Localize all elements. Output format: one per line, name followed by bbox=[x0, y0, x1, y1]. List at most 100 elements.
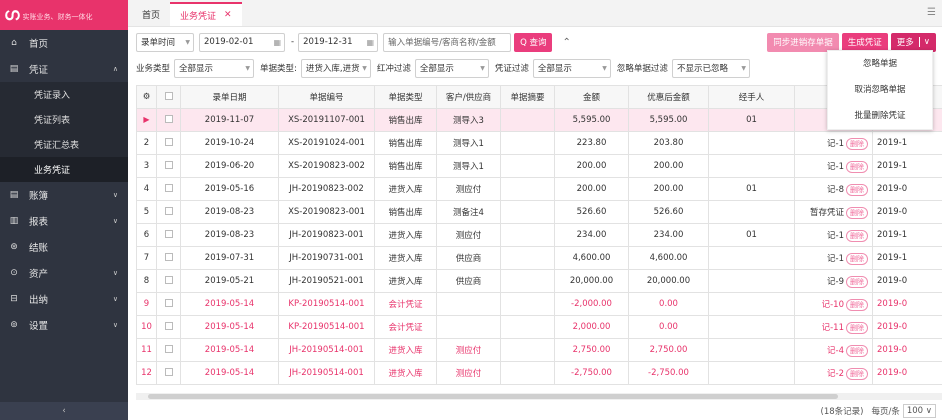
delete-voucher-button[interactable]: 删除 bbox=[846, 183, 868, 196]
horizontal-scrollbar[interactable] bbox=[136, 393, 942, 400]
sidebar-item-assets[interactable]: ⊙ 资产 ∨ bbox=[0, 260, 128, 286]
voucher-no[interactable]: 记-1 bbox=[827, 162, 844, 172]
select-all-checkbox[interactable] bbox=[156, 85, 181, 109]
table-row[interactable]: 2 2019-10-24 XS-20191024-001 销售出库 测导入1 2… bbox=[136, 131, 942, 155]
delete-voucher-button[interactable]: 删除 bbox=[846, 367, 868, 380]
ignore-filter-select[interactable]: 不显示已忽略 ▼ bbox=[671, 58, 750, 78]
row-checkbox-cell[interactable] bbox=[156, 223, 181, 247]
search-button[interactable]: Q 查询 bbox=[514, 32, 553, 52]
menu-item-ignore[interactable]: 忽略单据 bbox=[828, 51, 932, 77]
delete-voucher-button[interactable]: 删除 bbox=[846, 206, 868, 219]
voucher-no[interactable]: 记-1 bbox=[827, 139, 844, 149]
row-checkbox-cell[interactable] bbox=[156, 154, 181, 178]
settings-icon[interactable]: ⚙ bbox=[136, 85, 157, 109]
checkbox[interactable] bbox=[164, 114, 173, 123]
table-row[interactable]: 10 2019-05-14 KP-20190514-001 会计凭证 2,000… bbox=[136, 315, 942, 339]
redflush-select[interactable]: 全部显示 ▼ bbox=[414, 58, 489, 78]
cell-doc-no[interactable]: JH-20190731-001 bbox=[278, 246, 375, 270]
cell-doc-no[interactable]: JH-20190823-002 bbox=[278, 177, 375, 201]
delete-voucher-button[interactable]: 删除 bbox=[846, 344, 868, 357]
biz-type-select[interactable]: 全部显示 ▼ bbox=[174, 58, 255, 78]
delete-voucher-button[interactable]: 删除 bbox=[846, 275, 868, 288]
menu-item-unignore[interactable]: 取消忽略单据 bbox=[828, 77, 932, 103]
row-checkbox-cell[interactable] bbox=[156, 269, 181, 293]
checkbox[interactable] bbox=[164, 344, 173, 353]
delete-voucher-button[interactable]: 删除 bbox=[846, 321, 868, 334]
row-checkbox-cell[interactable] bbox=[156, 361, 181, 385]
checkbox[interactable] bbox=[164, 275, 173, 284]
sidebar-subitem-voucher-list[interactable]: 凭证列表 bbox=[0, 107, 128, 132]
checkbox[interactable] bbox=[164, 252, 173, 261]
cell-doc-no[interactable]: JH-20190514-001 bbox=[278, 338, 375, 362]
voucher-no[interactable]: 记-10 bbox=[822, 300, 844, 310]
date-from-input[interactable]: 2019-02-01 ▦ bbox=[199, 32, 285, 52]
delete-voucher-button[interactable]: 删除 bbox=[846, 160, 868, 173]
row-checkbox-cell[interactable] bbox=[156, 338, 181, 362]
checkbox[interactable] bbox=[164, 160, 173, 169]
sidebar-item-report[interactable]: ▥ 报表 ∨ bbox=[0, 208, 128, 234]
menu-item-batch-delete[interactable]: 批量删除凭证 bbox=[828, 103, 932, 129]
cell-doc-no[interactable]: XS-20191107-001 bbox=[278, 108, 375, 132]
row-checkbox-cell[interactable] bbox=[156, 200, 181, 224]
voucher-no[interactable]: 记-1 bbox=[827, 254, 844, 264]
table-row[interactable]: 3 2019-06-20 XS-20190823-002 销售出库 测导入1 2… bbox=[136, 154, 942, 178]
sidebar-item-cashier[interactable]: ⊟ 出纳 ∨ bbox=[0, 286, 128, 312]
table-row[interactable]: 5 2019-08-23 XS-20190823-001 销售出库 测备注4 5… bbox=[136, 200, 942, 224]
voucher-no[interactable]: 记-4 bbox=[827, 346, 844, 356]
voucher-no[interactable]: 记-11 bbox=[822, 323, 844, 333]
sidebar-subitem-voucher-summary[interactable]: 凭证汇总表 bbox=[0, 132, 128, 157]
sidebar-subitem-voucher-entry[interactable]: 凭证录入 bbox=[0, 82, 128, 107]
date-to-input[interactable]: 2019-12-31 ▦ bbox=[298, 32, 379, 52]
row-checkbox-cell[interactable] bbox=[156, 292, 181, 316]
cell-doc-no[interactable]: JH-20190823-001 bbox=[278, 223, 375, 247]
checkbox[interactable] bbox=[164, 137, 173, 146]
sidebar-subitem-business-voucher[interactable]: 业务凭证 bbox=[0, 157, 128, 182]
collapse-filter-icon[interactable]: ⌃ bbox=[562, 37, 570, 48]
checkbox[interactable] bbox=[164, 91, 173, 100]
per-page-select[interactable]: 100 ∨ bbox=[902, 403, 936, 418]
cell-doc-no[interactable]: KP-20190514-001 bbox=[278, 315, 375, 339]
delete-voucher-button[interactable]: 删除 bbox=[846, 229, 868, 242]
checkbox[interactable] bbox=[164, 321, 173, 330]
table-row[interactable]: 11 2019-05-14 JH-20190514-001 进货入库 测应付 2… bbox=[136, 338, 942, 362]
row-checkbox-cell[interactable] bbox=[156, 246, 181, 270]
sidebar-item-closing[interactable]: ⊛ 结账 bbox=[0, 234, 128, 260]
table-row[interactable]: 7 2019-07-31 JH-20190731-001 进货入库 供应商 4,… bbox=[136, 246, 942, 270]
sidebar-collapse-button[interactable]: ‹ bbox=[0, 402, 128, 420]
sidebar-item-home[interactable]: ⌂ 首页 bbox=[0, 30, 128, 56]
row-checkbox-cell[interactable] bbox=[156, 108, 181, 132]
voucher-filter-select[interactable]: 全部显示 ▼ bbox=[532, 58, 611, 78]
checkbox[interactable] bbox=[164, 229, 173, 238]
more-button[interactable]: 更多 ∨ bbox=[890, 32, 936, 52]
sync-documents-button[interactable]: 同步进销存单据 bbox=[767, 32, 839, 52]
delete-voucher-button[interactable]: 删除 bbox=[846, 252, 868, 265]
table-row[interactable]: 4 2019-05-16 JH-20190823-002 进货入库 测应付 20… bbox=[136, 177, 942, 201]
table-row[interactable]: 9 2019-05-14 KP-20190514-001 会计凭证 -2,000… bbox=[136, 292, 942, 316]
cell-doc-no[interactable]: KP-20190514-001 bbox=[278, 292, 375, 316]
tab-home[interactable]: 首页 bbox=[132, 2, 170, 26]
row-checkbox-cell[interactable] bbox=[156, 315, 181, 339]
doc-type-select[interactable]: 进货入库,进货 ▼ bbox=[300, 58, 371, 78]
voucher-no[interactable]: 记-9 bbox=[827, 277, 844, 287]
cell-doc-no[interactable]: XS-20190823-002 bbox=[278, 154, 375, 178]
cell-doc-no[interactable]: XS-20190823-001 bbox=[278, 200, 375, 224]
cell-doc-no[interactable]: JH-20190521-001 bbox=[278, 269, 375, 293]
voucher-no[interactable]: 暂存凭证 bbox=[810, 208, 844, 218]
checkbox[interactable] bbox=[164, 298, 173, 307]
checkbox[interactable] bbox=[164, 183, 173, 192]
delete-voucher-button[interactable]: 删除 bbox=[846, 298, 868, 311]
tab-business-voucher[interactable]: 业务凭证 ✕ bbox=[170, 2, 242, 26]
row-checkbox-cell[interactable] bbox=[156, 177, 181, 201]
scrollbar-thumb[interactable] bbox=[148, 394, 838, 399]
voucher-no[interactable]: 记-1 bbox=[827, 231, 844, 241]
menu-icon[interactable]: ☰ bbox=[927, 7, 936, 18]
delete-voucher-button[interactable]: 删除 bbox=[846, 137, 868, 150]
sidebar-item-settings[interactable]: ⊚ 设置 ∨ bbox=[0, 312, 128, 338]
table-row[interactable]: ▶ 2019-11-07 XS-20191107-001 销售出库 测导入3 5… bbox=[136, 108, 942, 132]
voucher-no[interactable]: 记-2 bbox=[827, 369, 844, 379]
close-icon[interactable]: ✕ bbox=[224, 10, 232, 20]
row-checkbox-cell[interactable] bbox=[156, 131, 181, 155]
generate-voucher-button[interactable]: 生成凭证 bbox=[841, 32, 888, 52]
table-row[interactable]: 6 2019-08-23 JH-20190823-001 进货入库 测应付 23… bbox=[136, 223, 942, 247]
table-row[interactable]: 8 2019-05-21 JH-20190521-001 进货入库 供应商 20… bbox=[136, 269, 942, 293]
